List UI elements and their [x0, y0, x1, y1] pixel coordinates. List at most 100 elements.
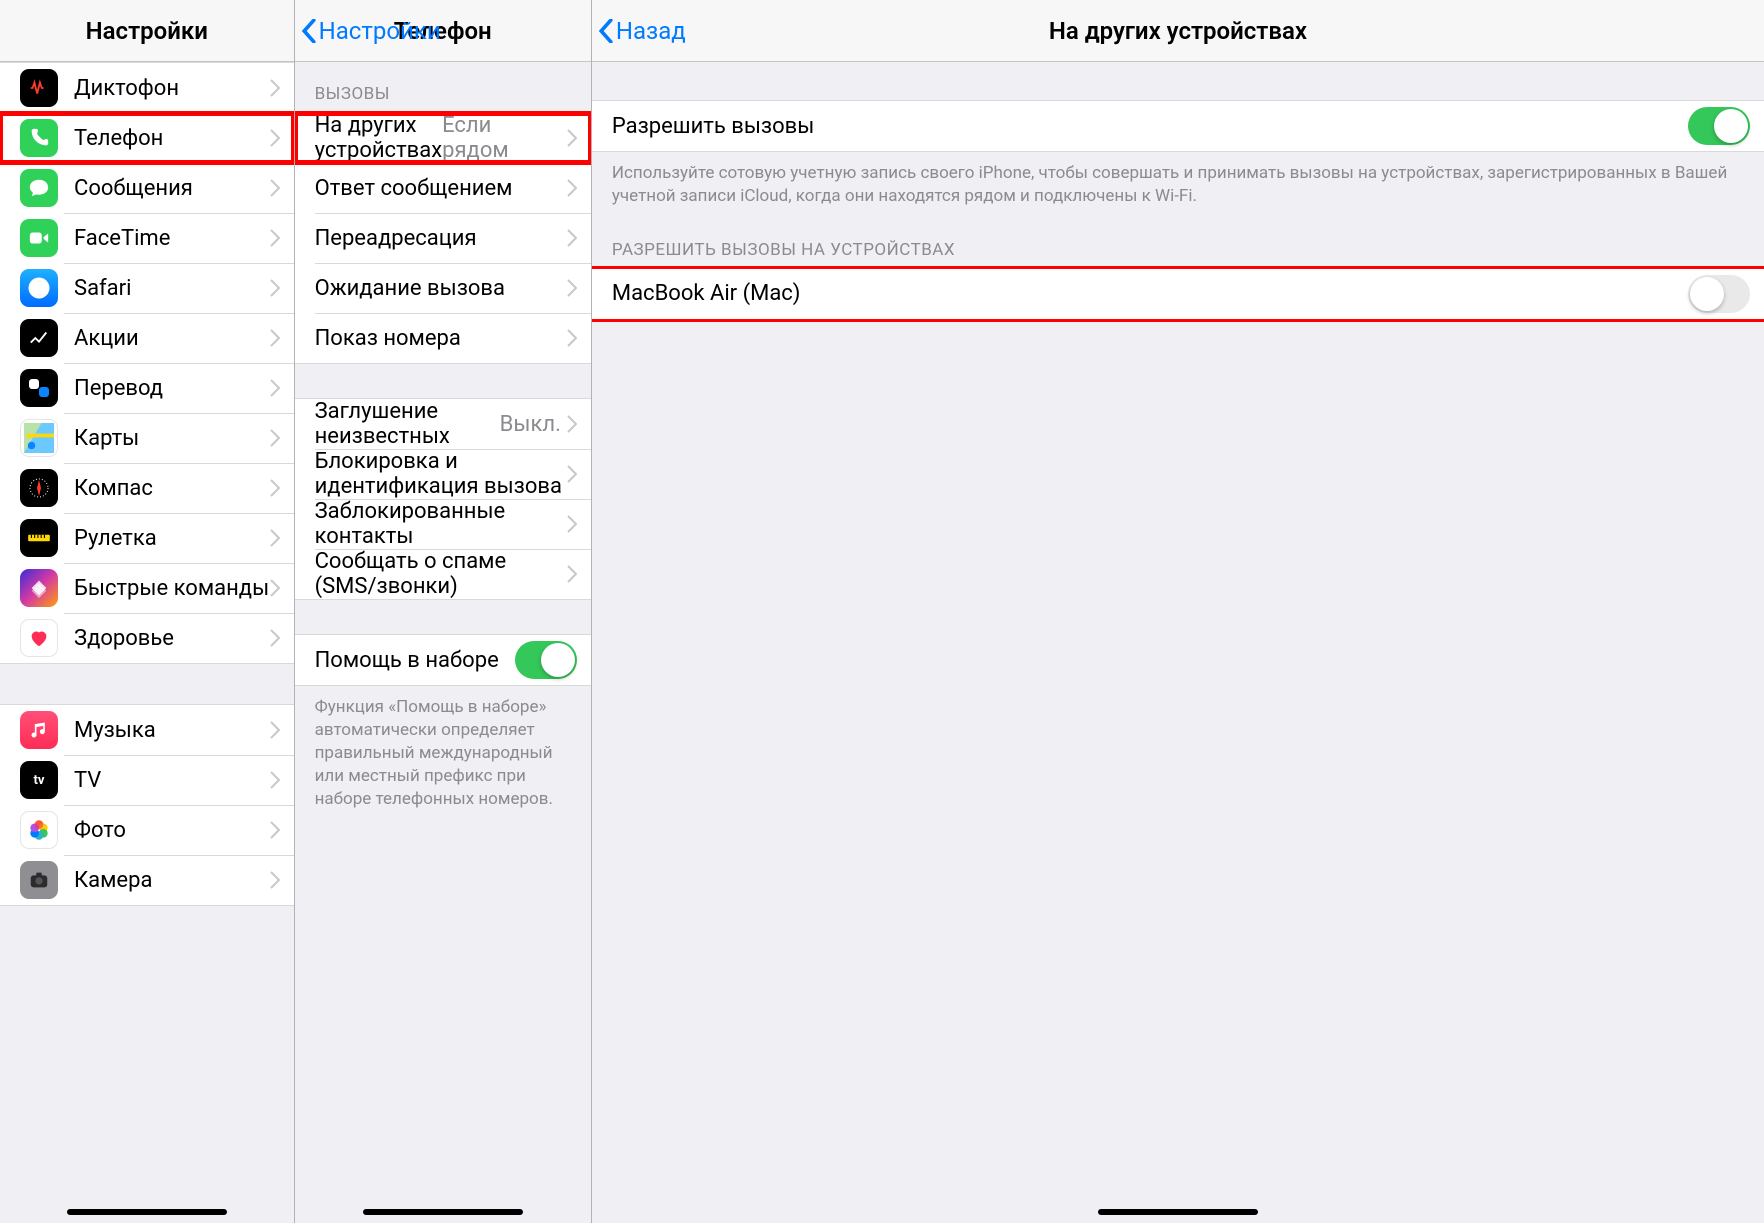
chevron-right-icon: [270, 721, 280, 739]
page-title: Настройки: [86, 17, 208, 45]
allow-calls-toggle[interactable]: [1688, 107, 1750, 145]
row-call-waiting[interactable]: Ожидание вызова: [295, 263, 591, 313]
chevron-right-icon: [270, 279, 280, 297]
row-other-devices[interactable]: На других устройствах Если рядом: [295, 113, 591, 163]
row-label: Сообщать о спаме (SMS/звонки): [315, 549, 567, 599]
row-health[interactable]: Здоровье: [0, 613, 294, 663]
row-reply-with-message[interactable]: Ответ сообщением: [295, 163, 591, 213]
chevron-right-icon: [270, 629, 280, 647]
row-camera[interactable]: Камера: [0, 855, 294, 905]
home-indicator[interactable]: [67, 1209, 227, 1215]
devices-group: MacBook Air (Mac): [592, 268, 1764, 320]
dial-assist-footer: Функция «Помощь в наборе» автоматически …: [295, 686, 591, 821]
photos-icon: [20, 811, 58, 849]
row-silence-unknown[interactable]: Заглушение неизвестных Выкл.: [295, 399, 591, 449]
chevron-right-icon: [270, 529, 280, 547]
row-label: Фото: [74, 818, 270, 843]
device-toggle[interactable]: [1688, 275, 1750, 313]
row-show-caller-id[interactable]: Показ номера: [295, 313, 591, 363]
row-label: Компас: [74, 476, 270, 501]
row-photos[interactable]: Фото: [0, 805, 294, 855]
chevron-right-icon: [270, 129, 280, 147]
chevron-right-icon: [567, 179, 577, 197]
row-voice-memos[interactable]: Диктофон: [0, 63, 294, 113]
row-blocked-contacts[interactable]: Заблокированные контакты: [295, 499, 591, 549]
chevron-right-icon: [567, 279, 577, 297]
chevron-right-icon: [270, 771, 280, 789]
row-label: Разрешить вызовы: [612, 114, 1688, 139]
chevron-left-icon: [598, 19, 614, 43]
row-label: Safari: [74, 276, 270, 301]
row-dial-assist[interactable]: Помощь в наборе: [295, 635, 591, 685]
row-compass[interactable]: Компас: [0, 463, 294, 513]
silence-group: Заглушение неизвестных Выкл. Блокировка …: [295, 398, 591, 600]
row-call-forwarding[interactable]: Переадресация: [295, 213, 591, 263]
row-label: Перевод: [74, 376, 270, 401]
chevron-right-icon: [270, 479, 280, 497]
row-translate[interactable]: Перевод: [0, 363, 294, 413]
home-indicator[interactable]: [1098, 1209, 1258, 1215]
row-measure[interactable]: Рулетка: [0, 513, 294, 563]
row-label: Ожидание вызова: [315, 276, 567, 301]
chevron-right-icon: [567, 415, 577, 433]
row-spam-report[interactable]: Сообщать о спаме (SMS/звонки): [295, 549, 591, 599]
shortcuts-icon: [20, 569, 58, 607]
chevron-right-icon: [270, 579, 280, 597]
row-value: Если рядом: [442, 113, 561, 163]
row-label: Ответ сообщением: [315, 176, 567, 201]
row-call-block-id[interactable]: Блокировка и идентификация вызова: [295, 449, 591, 499]
page-title: На других устройствах: [1049, 17, 1307, 45]
row-label: Сообщения: [74, 176, 270, 201]
row-stocks[interactable]: Акции: [0, 313, 294, 363]
row-label: Диктофон: [74, 76, 270, 101]
chevron-right-icon: [567, 229, 577, 247]
row-label: Переадресация: [315, 226, 567, 251]
row-device-macbook-air[interactable]: MacBook Air (Mac): [592, 269, 1764, 319]
back-label: Настройки: [319, 17, 441, 45]
row-label: Карты: [74, 426, 270, 451]
back-button[interactable]: Настройки: [301, 17, 441, 45]
tv-icon: tv: [20, 761, 58, 799]
chevron-right-icon: [567, 565, 577, 583]
row-safari[interactable]: Safari: [0, 263, 294, 313]
row-label: Помощь в наборе: [315, 648, 515, 673]
row-label: Блокировка и идентификация вызова: [315, 449, 567, 499]
chevron-right-icon: [567, 329, 577, 347]
chevron-right-icon: [270, 871, 280, 889]
row-value: Выкл.: [500, 412, 561, 437]
row-facetime[interactable]: FaceTime: [0, 213, 294, 263]
row-phone[interactable]: Телефон: [0, 113, 294, 163]
stocks-icon: [20, 319, 58, 357]
allow-calls-footer: Используйте сотовую учетную запись своег…: [592, 152, 1764, 218]
row-music[interactable]: Музыка: [0, 705, 294, 755]
chevron-right-icon: [270, 329, 280, 347]
row-label: Телефон: [74, 126, 270, 151]
nav-bar: Настройки Телефон: [295, 0, 591, 62]
chevron-right-icon: [270, 79, 280, 97]
row-maps[interactable]: Карты: [0, 413, 294, 463]
camera-icon: [20, 861, 58, 899]
other-devices-screen: Назад На других устройствах Разрешить вы…: [592, 0, 1764, 1223]
row-label: Здоровье: [74, 626, 270, 651]
row-shortcuts[interactable]: Быстрые команды: [0, 563, 294, 613]
settings-list-2: Музыка tv TV Фото Камера: [0, 704, 294, 906]
row-messages[interactable]: Сообщения: [0, 163, 294, 213]
row-label: На других устройствах: [315, 113, 443, 163]
row-label: TV: [74, 768, 270, 793]
row-tv[interactable]: tv TV: [0, 755, 294, 805]
measure-icon: [20, 519, 58, 557]
chevron-right-icon: [270, 429, 280, 447]
row-label: Камера: [74, 868, 270, 893]
settings-list-1: Диктофон Телефон Сообщения: [0, 62, 294, 664]
dial-assist-toggle[interactable]: [515, 641, 577, 679]
chevron-right-icon: [270, 821, 280, 839]
row-allow-calls[interactable]: Разрешить вызовы: [592, 101, 1764, 151]
phone-icon: [20, 119, 58, 157]
row-label: Рулетка: [74, 526, 270, 551]
chevron-right-icon: [567, 465, 577, 483]
home-indicator[interactable]: [363, 1209, 523, 1215]
row-label: Показ номера: [315, 326, 567, 351]
row-label: Быстрые команды: [74, 576, 270, 601]
back-button[interactable]: Назад: [598, 17, 686, 45]
chevron-right-icon: [270, 229, 280, 247]
